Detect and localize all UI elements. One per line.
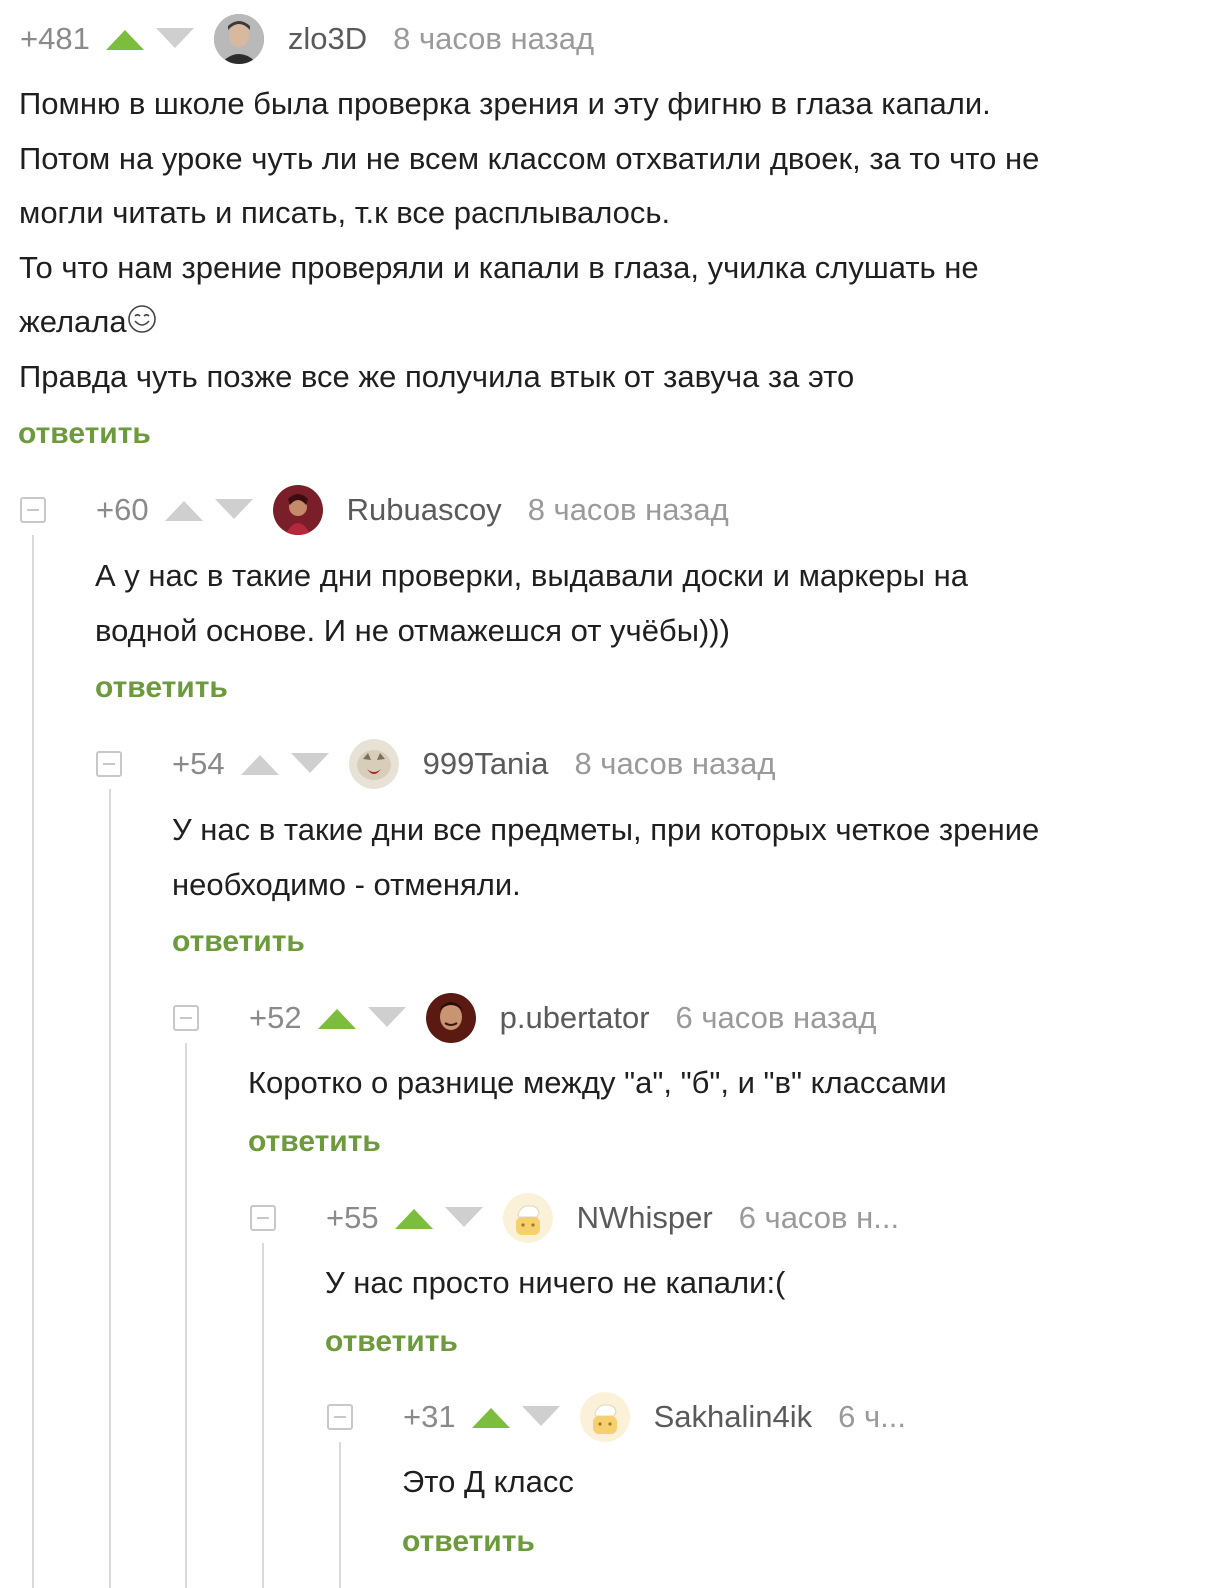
reply-link[interactable]: ответить [95, 671, 228, 705]
upvote-arrow-icon[interactable] [472, 1406, 510, 1428]
comment-timestamp: 8 часов назад [527, 492, 729, 527]
reply-link[interactable]: ответить [402, 1525, 535, 1559]
comment-body: Помню в школе была проверка зрения и эту… [19, 77, 1209, 404]
comment-username[interactable]: Sakhalin4ik [654, 1399, 813, 1435]
upvote-arrow-icon[interactable] [395, 1207, 433, 1229]
upvote-arrow-icon[interactable] [241, 753, 279, 775]
comment-text-line: могли читать и писать, т.к все расплывал… [19, 195, 671, 230]
user-avatar[interactable] [502, 1193, 553, 1243]
reply-link[interactable]: ответить [18, 417, 151, 451]
comment-text-line: Помню в школе была проверка зрения и эту… [19, 86, 991, 121]
comment-username[interactable]: Rubuascoy [347, 492, 502, 528]
upvote-arrow-icon[interactable] [318, 1007, 356, 1029]
downvote-arrow-icon[interactable] [156, 28, 194, 50]
user-avatar[interactable] [348, 739, 399, 789]
comment-timestamp: 6 часов н... [738, 1200, 900, 1235]
collapse-button[interactable] [96, 751, 122, 777]
comment-body: А у нас в такие дни проверки, выдавали д… [95, 549, 1205, 658]
comment-text-line: Правда чуть позже все же получила втык о… [19, 358, 855, 394]
reply-link[interactable]: ответить [248, 1125, 381, 1159]
comment-timestamp: 6 ч... [838, 1399, 906, 1434]
comment: +55 NWhisper 6 часов н... У нас просто н… [250, 1193, 1210, 1368]
comment-text-line: Потом на уроке чуть ли не всем классом о… [19, 140, 1040, 176]
comment-text-line: У нас просто ничего не капали:( [325, 1265, 786, 1300]
comment-rating: +60 [96, 492, 149, 527]
comment-timestamp: 6 часов назад [675, 1000, 877, 1035]
comment-rating: +54 [172, 746, 225, 781]
user-avatar-photo [348, 739, 399, 789]
comment-text-line: водной основе. И не отмажешся от учёбы))… [95, 612, 730, 648]
comment-header: +54 999Tania 8 часов назад [96, 739, 775, 789]
comment: +31 Sakhalin4ik 6 ч... Это Д класс ответ… [327, 1392, 1207, 1567]
comment-text-line: Это Д класс [402, 1464, 574, 1499]
comment-username[interactable]: 999Tania [423, 746, 549, 782]
comment-body: Это Д класс [402, 1455, 1202, 1510]
comment-thread: +481 zlo3D 8 часов назад Помню в школе б… [0, 0, 1222, 1588]
comment-text-span: желала [19, 304, 127, 339]
comment-text-line: А у нас в такие дни проверки, выдавали д… [95, 558, 969, 593]
downvote-arrow-icon[interactable] [445, 1207, 483, 1229]
comment-username[interactable]: p.ubertator [500, 1000, 650, 1036]
comment-text-line: желала [19, 295, 1209, 350]
upvote-arrow-icon[interactable] [106, 28, 144, 50]
collapse-button[interactable] [327, 1404, 353, 1430]
comment-username[interactable]: NWhisper [577, 1200, 713, 1236]
comment-header: +52 p.ubertator 6 часов назад [173, 993, 877, 1043]
comment-text-line: необходимо - отменяли. [172, 866, 521, 902]
user-avatar[interactable] [425, 993, 476, 1043]
smiling-face-icon [127, 305, 156, 333]
user-avatar-photo [213, 14, 264, 64]
comment-timestamp: 8 часов назад [393, 21, 595, 56]
comment-text-line: То что нам зрение проверяли и капали в г… [19, 249, 979, 285]
reply-link[interactable]: ответить [172, 925, 305, 959]
comment-body: У нас в такие дни все предметы, при кото… [172, 803, 1202, 912]
comment: +481 zlo3D 8 часов назад Помню в школе б… [18, 14, 1210, 454]
comment-rating: +31 [403, 1399, 456, 1434]
comment-rating: +52 [249, 1000, 302, 1035]
downvote-arrow-icon[interactable] [215, 499, 253, 521]
upvote-arrow-icon[interactable] [165, 499, 203, 521]
comment-header: +481 zlo3D 8 часов назад [20, 14, 594, 64]
downvote-arrow-icon[interactable] [368, 1007, 406, 1029]
comment: +54 999Tania 8 часов назад У нас в такие… [96, 739, 1206, 969]
collapse-button[interactable] [250, 1205, 276, 1231]
comment-header: +31 Sakhalin4ik 6 ч... [327, 1392, 906, 1442]
comment-rating: +481 [20, 21, 90, 56]
comment-rating: +55 [326, 1200, 379, 1235]
comment-header: +60 Rubuascoy 8 часов назад [20, 485, 729, 535]
comment-body: Коротко о разнице между "а", "б", и "в" … [248, 1056, 1208, 1111]
reply-link[interactable]: ответить [325, 1325, 458, 1359]
comment: +60 Rubuascoy 8 часов назад А у нас в та… [20, 485, 1210, 715]
user-avatar-photo [425, 993, 476, 1043]
downvote-arrow-icon[interactable] [291, 753, 329, 775]
user-avatar-photo [272, 485, 323, 535]
comment-username[interactable]: zlo3D [288, 21, 367, 57]
default-avatar-icon [579, 1392, 630, 1442]
default-avatar-icon [502, 1193, 553, 1243]
comment-text-line: У нас в такие дни все предметы, при кото… [172, 812, 1040, 847]
comment: +52 p.ubertator 6 часов назад Коротко о … [173, 993, 1213, 1168]
downvote-arrow-icon[interactable] [522, 1406, 560, 1428]
comment-header: +55 NWhisper 6 часов н... [250, 1193, 899, 1243]
user-avatar[interactable] [579, 1392, 630, 1442]
comment-timestamp: 8 часов назад [574, 746, 776, 781]
user-avatar[interactable] [272, 485, 323, 535]
user-avatar[interactable] [213, 14, 264, 64]
collapse-button[interactable] [173, 1005, 199, 1031]
comment-body: У нас просто ничего не капали:( [325, 1256, 1205, 1311]
collapse-button[interactable] [20, 497, 46, 523]
comment-text-line: Коротко о разнице между "а", "б", и "в" … [248, 1065, 947, 1100]
